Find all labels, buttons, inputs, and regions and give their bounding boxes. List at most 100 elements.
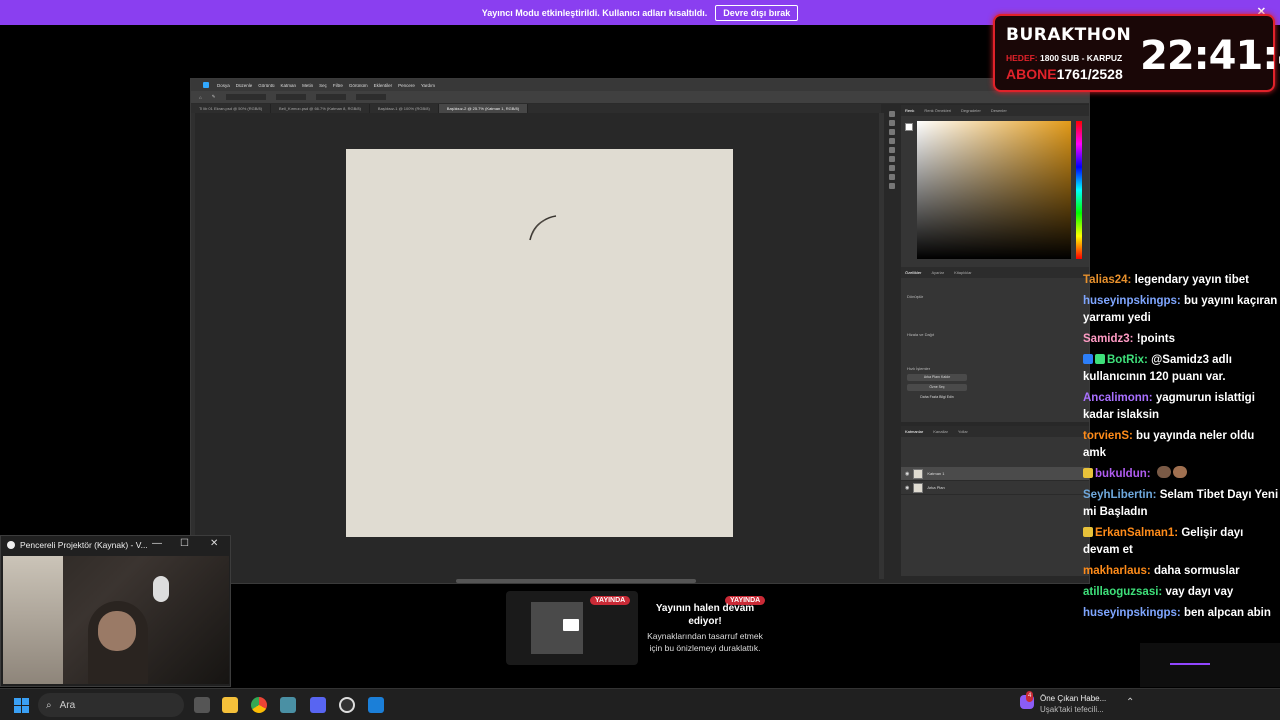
- discord-icon[interactable]: [310, 697, 326, 713]
- windows-start-icon[interactable]: [14, 698, 29, 713]
- emote-icon: [1172, 466, 1187, 478]
- play-icon[interactable]: [889, 120, 895, 126]
- glyph-icon[interactable]: [889, 174, 895, 180]
- photoshop-taskbar-icon[interactable]: [368, 697, 384, 713]
- menu-item[interactable]: Seç: [319, 83, 327, 88]
- chat-message: Talias24: legendary yayın tibet: [1083, 274, 1249, 286]
- file-explorer-icon[interactable]: [222, 697, 238, 713]
- projector-title: Pencereli Projektör (Kaynak) - V...: [20, 540, 148, 550]
- menu-item[interactable]: Düzenle: [236, 83, 253, 88]
- prop-section-quick-actions: Hızlı İşlemler: [907, 365, 931, 371]
- tab-gradients[interactable]: Degradeler: [961, 108, 981, 113]
- brush-icon[interactable]: ✎: [212, 94, 216, 100]
- chat-username: huseyinpskingps:: [1083, 295, 1181, 307]
- eye-icon[interactable]: ◉: [905, 471, 909, 477]
- overlay-title: BURAKTHON: [1006, 25, 1132, 45]
- tab-swatches[interactable]: Renk Örnekleri: [924, 108, 951, 113]
- eye-icon[interactable]: ◉: [905, 485, 909, 491]
- remove-background-button[interactable]: Arka Planı Kaldır: [907, 374, 967, 381]
- bot-icon: [1095, 354, 1105, 364]
- search-placeholder: Ara: [59, 699, 76, 711]
- mini-player[interactable]: [1140, 643, 1280, 687]
- taskbar-search[interactable]: ⌕ Ara: [38, 693, 184, 717]
- tab-color[interactable]: Renk: [905, 108, 914, 113]
- close-button[interactable]: ✕: [210, 538, 218, 549]
- app-icon[interactable]: [280, 697, 296, 713]
- learn-more-link[interactable]: Daha Fazla Bilgi Edin: [907, 394, 967, 401]
- tab-layers[interactable]: Katmanlar: [905, 429, 923, 434]
- tab-paths[interactable]: Yollar: [958, 429, 968, 434]
- color-picker-field[interactable]: [917, 121, 1071, 259]
- chrome-icon[interactable]: [251, 697, 267, 713]
- layer-thumbnail: [913, 482, 924, 493]
- tab-adjustments[interactable]: Ayarlar: [931, 270, 944, 275]
- tab-properties[interactable]: Özellikler: [905, 270, 921, 275]
- wall-art: [3, 556, 63, 684]
- home-icon[interactable]: ⌂: [199, 95, 202, 100]
- streamer-face: [98, 611, 136, 651]
- menu-item[interactable]: Pencere: [398, 83, 415, 88]
- chat-message: SeyhLibertin: Selam Tibet Dayı Yeni mi B…: [1083, 489, 1279, 518]
- drawing-canvas[interactable]: [346, 149, 733, 537]
- smoothing-field[interactable]: [355, 94, 386, 100]
- layer-row[interactable]: ◉ Arka Plan: [901, 481, 1089, 495]
- projector-titlebar: Pencereli Projektör (Kaynak) - V... — ☐ …: [1, 536, 230, 554]
- select-subject-button[interactable]: Özne Seç: [907, 384, 967, 391]
- obs-icon: [7, 541, 15, 549]
- hue-slider[interactable]: [1076, 121, 1082, 259]
- ps-options-bar: ⌂ ✎: [191, 91, 1089, 104]
- minimize-button[interactable]: —: [152, 538, 162, 549]
- chevron-up-icon[interactable]: ⌃: [1126, 697, 1134, 708]
- color-panel-tabs: Renk Renk Örnekleri Degradeler Desenler: [901, 105, 1089, 116]
- layer-controls: [901, 437, 1089, 467]
- preview-paused-message: Yayının halen devam ediyor! Kaynaklarınd…: [640, 600, 770, 654]
- preview-title: Yayının halen devam ediyor!: [655, 603, 755, 627]
- text-icon[interactable]: [889, 156, 895, 162]
- menu-item[interactable]: Filtre: [333, 83, 343, 88]
- menu-item[interactable]: Katman: [281, 83, 297, 88]
- flow-field[interactable]: [315, 94, 346, 100]
- chat-message: huseyinpskingps: bu yayını kaçıran yarra…: [1083, 295, 1278, 324]
- tab-patterns[interactable]: Desenler: [991, 108, 1007, 113]
- document-tab[interactable]: Bell_Kırmızı.psd @ 66.7% (Katman 8, RGB/…: [271, 104, 370, 113]
- brush-icon[interactable]: [889, 138, 895, 144]
- task-view-icon[interactable]: [194, 697, 210, 713]
- foreground-color-swatch[interactable]: [905, 123, 913, 131]
- menu-item[interactable]: Eklentiler: [374, 83, 393, 88]
- document-tab[interactable]: Başlıksız-1 @ 100% (RGB/8): [370, 104, 439, 113]
- tab-libraries[interactable]: Kitaplıklar: [954, 270, 972, 275]
- menu-item[interactable]: Metin: [302, 83, 313, 88]
- obs-taskbar-icon[interactable]: [339, 697, 355, 713]
- menu-item[interactable]: Görüntü: [258, 83, 274, 88]
- menu-item[interactable]: Yardım: [421, 83, 435, 88]
- clone-icon[interactable]: [889, 147, 895, 153]
- chat-message: atillaoguzsasi: vay dayı vay: [1083, 586, 1234, 598]
- adjust-icon[interactable]: [889, 183, 895, 189]
- opacity-field[interactable]: [275, 94, 306, 100]
- document-tab-active[interactable]: Başlıksız-2 @ 25.7% (Katman 1, RGB/8): [438, 104, 529, 113]
- chat-username: Samidz3:: [1083, 333, 1134, 345]
- paragraph-icon[interactable]: [889, 165, 895, 171]
- layer-row[interactable]: ◉ Katman 1: [901, 467, 1089, 481]
- live-badge: YAYINDA: [590, 596, 631, 605]
- menu-item[interactable]: Dosya: [217, 83, 230, 88]
- ps-menubar: Dosya Düzenle Görüntü Katman Metin Seç F…: [191, 79, 1089, 91]
- news-widget[interactable]: 4 Öne Çıkan Habe... Uşak'taki tefecili..…: [1020, 691, 1107, 715]
- tab-channels[interactable]: Kanallar: [933, 429, 948, 434]
- subscriber-count: ABONE1761/2528: [1006, 66, 1123, 82]
- color-panel: Renk Renk Örnekleri Degradeler Desenler: [901, 105, 1089, 270]
- disable-streamer-mode-button[interactable]: Devre dışı bırak: [715, 4, 799, 21]
- canvas-horizontal-scrollbar[interactable]: [456, 579, 696, 583]
- layers-icon[interactable]: [889, 129, 895, 135]
- history-icon[interactable]: [889, 111, 895, 117]
- canvas-vertical-scrollbar[interactable]: [879, 113, 884, 579]
- news-title: Öne Çıkan Habe...: [1040, 694, 1107, 703]
- menu-item[interactable]: Görünüm: [349, 83, 368, 88]
- chat-username: ErkanSalman1:: [1095, 527, 1179, 539]
- document-tab[interactable]: Ti lib 01 Ekran.psd @ 50% (RGB/8): [191, 104, 272, 113]
- properties-panel-tabs: Özellikler Ayarlar Kitaplıklar: [901, 267, 1089, 278]
- sub-badge-icon: [1083, 468, 1093, 478]
- brush-mode-select[interactable]: [225, 94, 266, 100]
- news-subtitle: Uşak'taki tefecili...: [1040, 705, 1104, 714]
- maximize-button[interactable]: ☐: [180, 538, 189, 549]
